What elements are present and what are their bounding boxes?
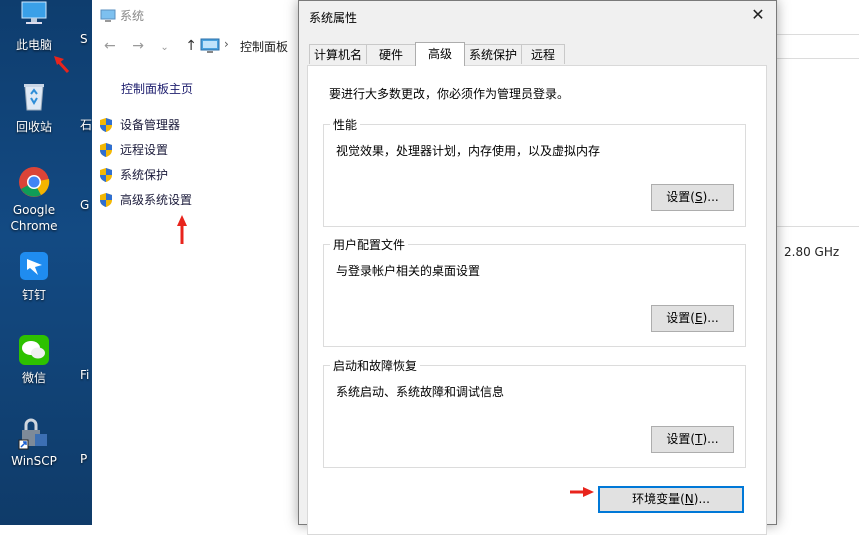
system-properties-dialog: 系统属性 ✕ 计算机名 硬件 高级 系统保护 远程 要进行大多数更改，你必须作为… (298, 0, 777, 535)
forward-icon[interactable]: → (132, 38, 144, 54)
winscp-icon (17, 416, 51, 450)
back-icon[interactable]: ← (104, 38, 116, 54)
uac-shield-icon (98, 167, 114, 183)
control-panel-home-link[interactable]: 控制面板主页 (121, 80, 193, 97)
user-profiles-settings-button[interactable]: 设置(E)... (651, 305, 734, 332)
desktop-icon-label: WinSCP (11, 454, 57, 468)
nav-buttons: ← → ⌄ ↑ (104, 38, 209, 56)
address-bar[interactable]: › 控制面板 (198, 35, 298, 57)
chevron-down-icon[interactable]: ⌄ (160, 42, 168, 53)
desktop-icon-label: Google Chrome (10, 203, 58, 233)
red-arrow-icon (54, 56, 70, 74)
uac-shield-icon (98, 142, 114, 158)
performance-group: 性能 视觉效果，处理器计划，内存使用，以及虚拟内存 设置(S)... (323, 116, 746, 227)
close-icon[interactable]: ✕ (746, 5, 770, 25)
cpu-speed: 2.80 GHz (784, 245, 840, 259)
tab-advanced[interactable]: 高级 (415, 42, 465, 66)
clipped-label: Fi (80, 368, 90, 382)
desktop-icon-label: 回收站 (15, 120, 52, 134)
uac-shield-icon (98, 192, 114, 208)
tab-hardware[interactable]: 硬件 (366, 44, 416, 64)
control-panel-icon (200, 37, 220, 58)
clipped-label: G (80, 198, 90, 212)
tab-remote[interactable]: 远程 (521, 44, 565, 64)
link-advanced-system-settings[interactable]: 高级系统设置 (98, 191, 192, 211)
user-profiles-group: 用户配置文件 与登录帐户相关的桌面设置 设置(E)... (323, 236, 746, 347)
system-icon (100, 9, 116, 26)
red-arrow-icon (570, 487, 594, 497)
dialog-title: 系统属性 (309, 11, 358, 25)
group-title: 启动和故障恢复 (330, 357, 421, 374)
divider (777, 58, 859, 59)
chrome-icon (17, 165, 51, 199)
clipped-label: P (80, 452, 88, 466)
tab-computer-name[interactable]: 计算机名 (309, 44, 367, 64)
desktop-icon-chrome[interactable]: Google Chrome (0, 165, 68, 234)
dingtalk-icon (17, 250, 51, 284)
desktop-icon-label: 微信 (21, 371, 46, 385)
group-description: 系统启动、系统故障和调试信息 (336, 385, 505, 399)
admin-note: 要进行大多数更改，你必须作为管理员登录。 (329, 87, 570, 101)
desktop-icon-label: 钉钉 (21, 288, 46, 302)
link-device-manager[interactable]: 设备管理器 (98, 116, 180, 136)
computer-icon (17, 0, 51, 34)
group-description: 视觉效果，处理器计划，内存使用，以及虚拟内存 (336, 144, 601, 158)
recycle-bin-icon (17, 82, 51, 116)
desktop-icon-this-pc[interactable]: 此电脑 (0, 0, 68, 53)
advanced-tab-page: 要进行大多数更改，你必须作为管理员登录。 性能 视觉效果，处理器计划，内存使用，… (307, 65, 767, 535)
desktop: 此电脑 回收站 Google Chrome 钉钉 微信 WinSCP S 石 G… (0, 0, 92, 525)
divider (777, 34, 859, 35)
clipped-label: 石 (80, 118, 92, 132)
group-title: 性能 (330, 116, 361, 133)
tab-system-protection[interactable]: 系统保护 (464, 44, 522, 64)
up-icon[interactable]: ↑ (185, 38, 197, 54)
desktop-icon-winscp[interactable]: WinSCP (0, 416, 68, 469)
red-arrow-icon (177, 215, 187, 244)
clipped-label: S (80, 32, 88, 46)
desktop-icon-wechat[interactable]: 微信 (0, 333, 68, 386)
link-remote-settings[interactable]: 远程设置 (98, 141, 168, 161)
desktop-icon-label: 此电脑 (15, 38, 52, 52)
environment-variables-button[interactable]: 环境变量(N)... (598, 486, 744, 513)
desktop-icon-dingtalk[interactable]: 钉钉 (0, 250, 68, 303)
breadcrumb-chevron-icon: › (224, 37, 229, 51)
startup-recovery-settings-button[interactable]: 设置(T)... (651, 426, 734, 453)
system-window-title: 系统 (100, 7, 144, 26)
divider (777, 226, 859, 227)
wechat-icon (17, 333, 51, 367)
group-title: 用户配置文件 (330, 236, 409, 253)
uac-shield-icon (98, 117, 114, 133)
link-system-protection[interactable]: 系统保护 (98, 166, 168, 186)
breadcrumb[interactable]: 控制面板 (240, 38, 288, 55)
group-description: 与登录帐户相关的桌面设置 (336, 264, 481, 278)
startup-recovery-group: 启动和故障恢复 系统启动、系统故障和调试信息 设置(T)... (323, 357, 746, 468)
performance-settings-button[interactable]: 设置(S)... (651, 184, 734, 211)
desktop-icon-recycle-bin[interactable]: 回收站 (0, 82, 68, 135)
